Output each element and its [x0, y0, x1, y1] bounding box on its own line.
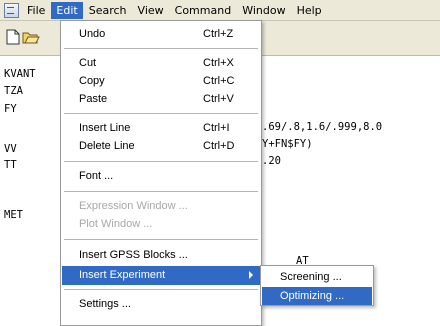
open-folder-icon[interactable] [22, 27, 40, 47]
code-line: KVANT [4, 68, 36, 80]
submenu-item-label: Screening ... [280, 271, 342, 283]
menu-item-label: Insert Experiment [79, 269, 166, 281]
menu-item-insert-line[interactable]: Insert Line Ctrl+I [62, 119, 260, 138]
code-fragment: Y+FN$FY) [262, 138, 313, 150]
experiment-submenu: Screening ... Optimizing ... [260, 265, 374, 306]
menu-item-copy[interactable]: Copy Ctrl+C [62, 72, 260, 91]
new-document-icon[interactable] [4, 27, 22, 47]
menu-separator [64, 113, 258, 114]
menu-item-settings[interactable]: Settings ... [62, 295, 260, 314]
shortcut-label: Ctrl+X [203, 57, 234, 69]
menu-item-font[interactable]: Font ... [62, 167, 260, 186]
menu-item-plot-window[interactable]: Plot Window ... [62, 215, 260, 234]
menu-item-insert-gpss-blocks[interactable]: Insert GPSS Blocks ... [62, 246, 260, 265]
edit-menu-dropdown: Undo Ctrl+Z Cut Ctrl+X Copy Ctrl+C Paste… [60, 20, 262, 326]
menu-item-label: Expression Window ... [79, 200, 188, 212]
menu-separator [64, 239, 258, 240]
shortcut-label: Ctrl+D [203, 140, 235, 152]
shortcut-label: Ctrl+C [203, 75, 235, 87]
code-line: TT [4, 159, 17, 171]
menu-item-paste[interactable]: Paste Ctrl+V [62, 90, 260, 109]
code-line: FY [4, 103, 17, 115]
menu-item-cut[interactable]: Cut Ctrl+X [62, 54, 260, 73]
menu-file[interactable]: File [22, 2, 50, 19]
menu-help[interactable]: Help [292, 2, 327, 19]
menu-item-label: Settings ... [79, 298, 131, 310]
menu-view[interactable]: View [133, 2, 169, 19]
menu-item-delete-line[interactable]: Delete Line Ctrl+D [62, 137, 260, 156]
menu-item-label: Insert GPSS Blocks ... [79, 249, 188, 261]
menu-item-insert-experiment[interactable]: Insert Experiment [62, 266, 260, 285]
code-line: TZA [4, 85, 23, 97]
menu-item-label: Paste [79, 93, 108, 105]
menu-item-label: Undo [79, 28, 106, 40]
menu-item-label: Copy [79, 75, 105, 87]
menu-window[interactable]: Window [237, 2, 290, 19]
submenu-item-screening[interactable]: Screening ... [262, 268, 372, 286]
code-line: VV [4, 143, 17, 155]
shortcut-label: Ctrl+Z [203, 28, 234, 40]
menu-edit[interactable]: Edit [51, 1, 83, 19]
menu-item-label: Font ... [79, 170, 114, 182]
menu-separator [64, 48, 258, 49]
menu-item-label: Insert Line [79, 122, 131, 134]
submenu-arrow-icon [249, 271, 253, 279]
menu-separator [64, 289, 258, 290]
code-fragment: .69/.8,1.6/.999,8.0 [262, 121, 383, 133]
menu-item-expression-window[interactable]: Expression Window ... [62, 197, 260, 216]
submenu-item-label: Optimizing ... [280, 290, 345, 302]
code-fragment: .20 [262, 155, 281, 167]
menu-command[interactable]: Command [170, 2, 237, 19]
menu-item-label: Delete Line [79, 140, 135, 152]
menu-search[interactable]: Search [84, 2, 132, 19]
menu-item-label: Plot Window ... [79, 218, 153, 230]
menu-item-label: Cut [79, 57, 97, 69]
menu-bar: File Edit Search View Command Window Hel… [0, 0, 440, 21]
submenu-item-optimizing[interactable]: Optimizing ... [262, 287, 372, 305]
shortcut-label: Ctrl+I [203, 122, 230, 134]
code-line: MET [4, 209, 23, 221]
menu-separator [64, 191, 258, 192]
menu-separator [64, 161, 258, 162]
shortcut-label: Ctrl+V [203, 93, 234, 105]
app-icon[interactable] [4, 2, 19, 18]
menu-item-undo[interactable]: Undo Ctrl+Z [62, 25, 260, 44]
